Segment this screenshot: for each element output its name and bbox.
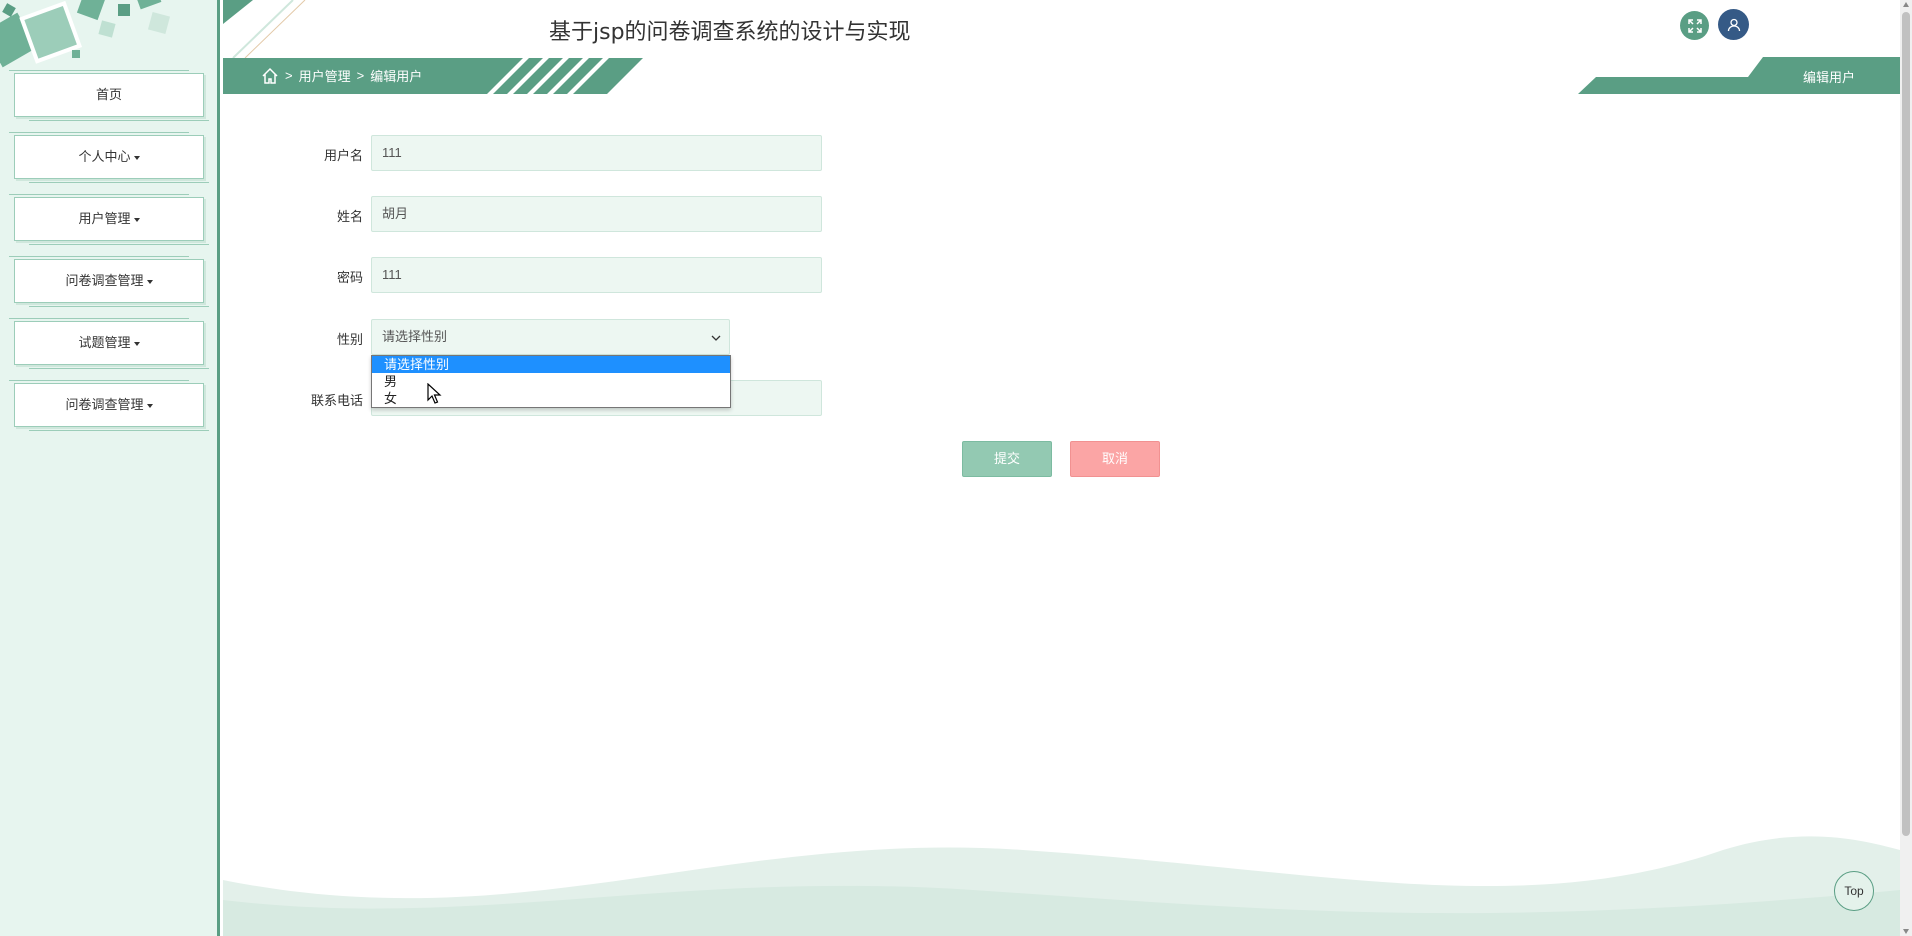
sidebar: 首页 个人中心 用户管理 问卷调查管理 试题管理 问卷调查管理	[0, 0, 220, 936]
page-tab-label: 编辑用户	[1803, 70, 1856, 85]
password-label: 密码	[336, 270, 363, 285]
gender-option[interactable]: 请选择性别	[372, 356, 730, 373]
scroll-up-icon[interactable]	[1903, 2, 1909, 7]
gender-option[interactable]: 女	[372, 390, 730, 407]
mouse-pointer-icon	[427, 383, 442, 404]
page-title: 基于jsp的问卷调查系统的设计与实现	[549, 20, 911, 45]
caret-down-icon	[146, 403, 153, 408]
scroll-down-icon[interactable]	[1903, 929, 1909, 934]
sidebar-item-label: 个人中心	[78, 149, 131, 164]
submit-button[interactable]: 提交	[962, 441, 1052, 477]
back-to-top-button[interactable]: Top	[1834, 871, 1874, 911]
breadcrumb-separator: >	[285, 68, 293, 83]
sidebar-item-label: 问卷调查管理	[65, 273, 144, 288]
phone-label: 联系电话	[310, 393, 363, 408]
sidebar-item-user-management[interactable]: 用户管理	[9, 194, 209, 245]
header-decoration	[223, 0, 306, 58]
username-label: 用户名	[323, 148, 363, 163]
sidebar-decoration	[0, 0, 171, 68]
caret-down-icon	[133, 217, 140, 222]
sidebar-item-survey-management[interactable]: 问卷调查管理	[9, 256, 209, 307]
gender-dropdown-list: 请选择性别 男 女	[371, 355, 731, 408]
sidebar-item-label: 用户管理	[78, 211, 131, 226]
name-label: 姓名	[336, 209, 363, 224]
sidebar-item-personal-center[interactable]: 个人中心	[9, 132, 209, 183]
sidebar-item-home[interactable]: 首页	[9, 70, 209, 121]
footer-wave-decoration	[223, 836, 1900, 936]
home-icon[interactable]	[261, 67, 279, 85]
password-input[interactable]: 111	[371, 257, 822, 293]
breadcrumb-edit-user: 编辑用户	[370, 69, 423, 84]
gender-select[interactable]: 请选择性别	[371, 319, 730, 355]
gender-label: 性别	[336, 332, 363, 347]
sidebar-item-survey-management-2[interactable]: 问卷调查管理	[9, 380, 209, 431]
user-icon	[1727, 18, 1740, 31]
fullscreen-button[interactable]	[1680, 11, 1709, 40]
breadcrumb-separator: >	[356, 68, 365, 83]
page-scrollbar[interactable]	[1900, 0, 1912, 936]
username-input[interactable]: 111	[371, 135, 822, 171]
user-menu-button[interactable]	[1718, 9, 1749, 40]
main-content: 基于jsp的问卷调查系统的设计与实现 > 用户管理 > 编辑用户 编辑用户 用户…	[223, 0, 1900, 936]
cancel-button[interactable]: 取消	[1070, 441, 1160, 477]
gender-select-value: 请选择性别	[382, 329, 448, 344]
sidebar-item-label: 首页	[95, 87, 122, 102]
breadcrumb-user-management[interactable]: 用户管理	[299, 66, 351, 85]
name-input[interactable]: 胡月	[371, 196, 822, 232]
scrollbar-thumb[interactable]	[1902, 12, 1910, 836]
caret-down-icon	[146, 279, 153, 284]
sidebar-nav: 首页 个人中心 用户管理 问卷调查管理 试题管理 问卷调查管理	[9, 70, 209, 445]
chevron-down-icon	[711, 335, 721, 341]
expand-icon	[1687, 18, 1702, 33]
sidebar-item-label: 试题管理	[78, 335, 131, 350]
sidebar-item-label: 问卷调查管理	[65, 397, 144, 412]
gender-option[interactable]: 男	[372, 373, 730, 390]
caret-down-icon	[133, 155, 140, 160]
breadcrumb: > 用户管理 > 编辑用户	[261, 66, 422, 85]
caret-down-icon	[133, 341, 140, 346]
sidebar-item-question-management[interactable]: 试题管理	[9, 318, 209, 369]
